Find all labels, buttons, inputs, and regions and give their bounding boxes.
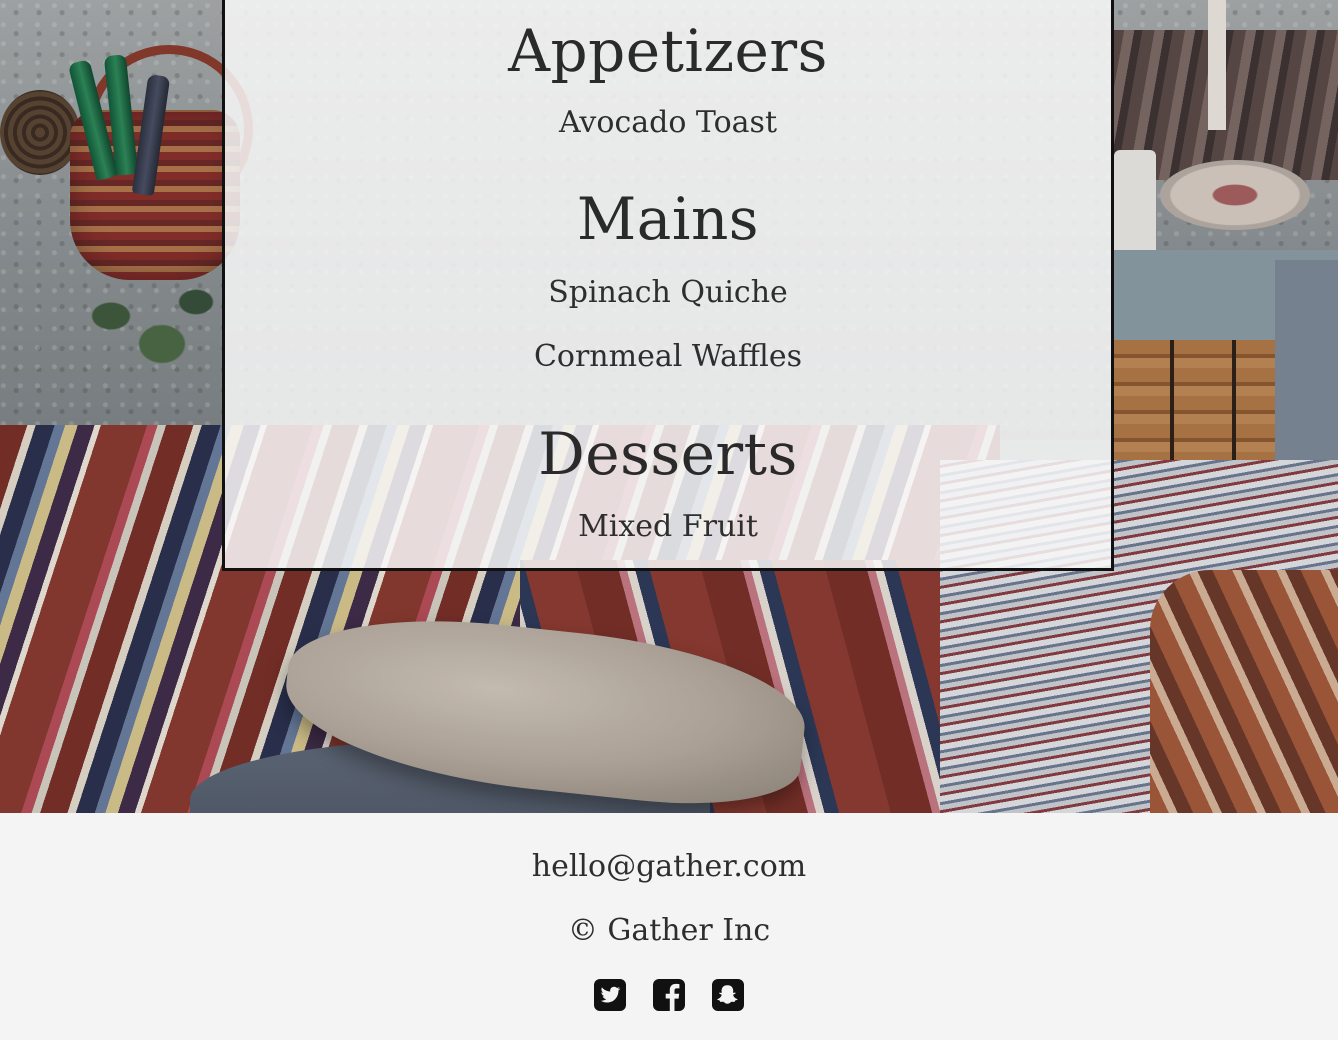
facebook-icon [653,979,685,1011]
menu-item-mixed-fruit: Mixed Fruit [578,509,758,544]
twitter-icon [594,979,626,1011]
menu-item-avocado-toast: Avocado Toast [558,105,778,140]
snapchat-link[interactable] [712,979,744,1011]
menu-card: Appetizers Avocado Toast Mains Spinach Q… [222,0,1114,571]
menu-item-cornmeal-waffles: Cornmeal Waffles [533,339,803,374]
section-heading-desserts: Desserts [538,420,798,488]
footer: hello@gather.com © Gather Inc [0,813,1338,1040]
social-links [0,979,1338,1011]
copyright-text: © Gather Inc [567,913,771,948]
twitter-link[interactable] [594,979,626,1011]
section-heading-mains: Mains [576,185,760,253]
section-heading-appetizers: Appetizers [508,17,828,85]
snapchat-icon [712,979,744,1011]
facebook-link[interactable] [653,979,685,1011]
contact-email-link[interactable]: hello@gather.com [0,849,1338,884]
menu-item-spinach-quiche: Spinach Quiche [548,275,788,310]
